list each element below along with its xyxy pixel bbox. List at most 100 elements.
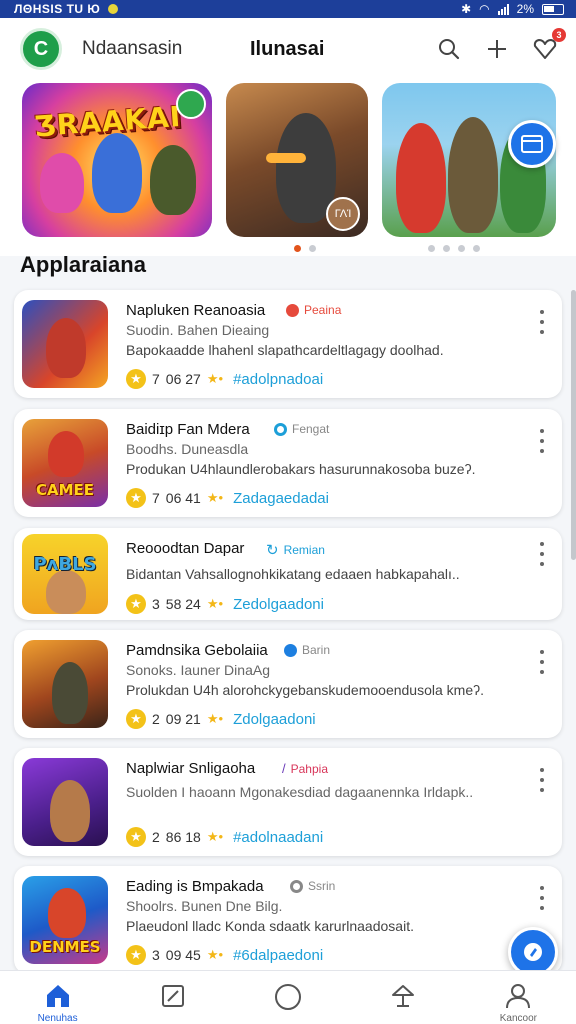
app-title: Reooodtan Dapar [126,540,245,557]
carousel-dot[interactable] [458,245,465,252]
status-bar: ЛΘHSIS TU Ю ✱ ◠ 2% [0,0,576,18]
meta-value: 06 27 [165,371,201,387]
carousel-dot-active[interactable] [294,245,301,252]
search-icon[interactable] [436,36,462,62]
tag-label: Barin [302,643,331,657]
carousel-dots-primary [294,245,316,252]
scrollbar[interactable] [571,290,576,560]
app-tag: Barin [284,643,330,657]
more-options-icon[interactable] [534,650,550,674]
app-meta: ★ 2 86 18 ★• #adolnaadani [126,827,323,847]
list-item[interactable]: Napluken Reanoasia Peaina Suodin. Bahen … [14,290,562,398]
app-thumbnail [22,300,108,388]
app-header: C Ndaansasin Ilunasai 3 [0,18,576,80]
thumbnail-label: DENMES [29,938,101,956]
tag-label: Remian [283,543,325,557]
battery-icon [542,3,564,15]
app-thumbnail: DENMES [22,876,108,964]
banner-badge-icon [176,89,206,119]
app-description: Prolukdan U4h alorohckygebanskudemooendu… [126,682,484,698]
tag-label: Peaina [304,303,342,317]
app-subtitle: Suodin. Bahen Dieaing [126,322,270,338]
featured-banner[interactable]: ƷRAAKAI [22,83,212,237]
carousel-dot[interactable] [309,245,316,252]
app-notification-icon [108,4,119,14]
list-item[interactable]: Naplwiar Snligaoha / Pahpia Suolden I hao… [14,748,562,856]
rating-value: 2 [152,711,160,727]
app-description: Bapokaadde lhahenl slapathcardeltlagagy … [126,342,444,358]
app-tag: Fengat [274,422,329,436]
gallery-icon[interactable] [508,120,556,168]
app-subtitle: Boodhs. Duneasdla [126,441,249,457]
app-description: Plaeudonl lladc Konda sdaatk karurlnaado… [126,918,414,934]
nav-edit[interactable] [137,983,209,1013]
meta-value: 86 18 [165,829,201,845]
star-icon: ★ [126,945,146,965]
verified-icon [284,643,297,657]
header-actions: 3 [436,28,566,62]
nav-profile[interactable]: Kancoor [482,983,554,1024]
avatar-letter: C [33,37,49,60]
avatar[interactable]: C [20,28,62,70]
app-tag: ↻ Remian [266,541,325,559]
more-options-icon[interactable] [534,886,550,910]
app-title: Napluken Reanoasia [126,302,266,319]
refresh-icon: ↻ [266,542,279,559]
trophy-icon [392,985,415,1007]
app-tag: Ssrin [290,879,335,893]
nav-trophy[interactable] [367,983,439,1013]
more-options-icon[interactable] [534,429,550,453]
small-star-icon: ★• [206,371,224,386]
small-star-icon: ★• [206,596,224,611]
app-subtitle: Shoolrs. Bunen Dne Bilg. [126,898,283,914]
app-link[interactable]: #adolpnadoai [233,371,323,388]
banner-badge: ΓΛΊ [326,197,360,231]
star-icon: ★ [126,709,146,729]
carousel-dot[interactable] [428,245,435,252]
star-icon: ★ [126,594,146,614]
list-item[interactable]: CAMEE Baidiɪp Fan Mdera Fengat Boodhs. D… [14,409,562,517]
small-star-icon: ★• [206,711,224,726]
carousel-dot[interactable] [443,245,450,252]
section-title: Applaraiana [20,252,146,277]
rating-value: 3 [152,947,160,963]
small-star-icon: ★• [206,947,224,962]
list-item[interactable]: Pamdnsika Gebolaiia Barin Sonoks. Iauner… [14,630,562,738]
carousel-dot[interactable] [473,245,480,252]
app-link[interactable]: Zdolgaadoni [233,711,316,728]
app-thumbnail [22,758,108,846]
meta-value: 06 41 [165,490,201,506]
app-link[interactable]: #adolnaadani [233,829,323,846]
app-link[interactable]: #6dalpaedoni [233,947,323,964]
home-icon [46,985,69,1007]
tag-icon [290,879,303,893]
bluetooth-icon: ✱ [461,2,472,16]
featured-carousel[interactable]: ƷRAAKAI ΓΛΊ [0,80,576,256]
star-icon: ★ [126,369,146,389]
app-tag: / Pahpia [282,761,328,776]
tag-icon [286,303,299,317]
app-thumbnail: CAMEE [22,419,108,507]
thumbnail-label: PᴧBLS [33,554,97,575]
app-description: Bidantan Vahsallognohkikatang edaaen hab… [126,566,460,582]
app-link[interactable]: Zedolgaadoni [233,596,324,613]
more-options-icon[interactable] [534,768,550,792]
notifications-icon[interactable]: 3 [532,28,566,62]
app-meta: ★ 7 06 27 ★• #adolpnadoai [126,369,323,389]
app-link[interactable]: Zadagaedadai [233,490,329,507]
nav-circle[interactable] [252,983,324,1015]
app-subtitle: Suolden I haoann Mgonakesdiad dagaanennk… [126,784,474,800]
nav-home[interactable]: Nenuhas [22,983,94,1024]
rating-value: 3 [152,596,160,612]
status-bar-right: ✱ ◠ 2% [461,2,564,16]
app-name: Ndaansasin [82,38,183,59]
featured-banner[interactable]: ΓΛΊ [226,83,368,237]
compose-icon [524,943,542,961]
more-options-icon[interactable] [534,310,550,334]
list-item[interactable]: PᴧBLS Reooodtan Dapar ↻ Remian Bidantan V… [14,528,562,620]
more-options-icon[interactable] [534,542,550,566]
meta-value: 58 24 [165,596,201,612]
bottom-navigation: Nenuhas Kancoor [0,970,576,1024]
add-icon[interactable] [484,36,510,62]
list-item[interactable]: DENMES Eading is Bmpakada Ssrin Shoolrs.… [14,866,562,974]
